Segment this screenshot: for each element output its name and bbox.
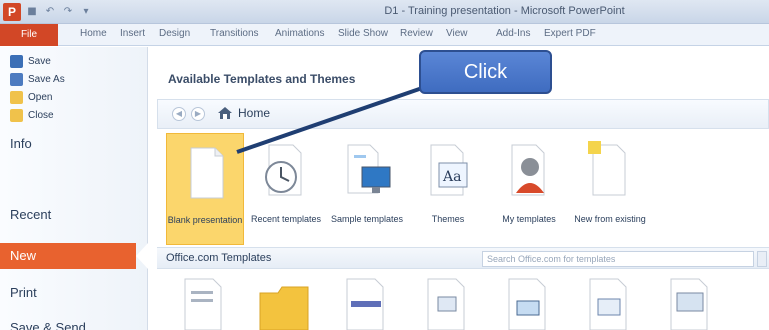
click-callout: Click (419, 50, 552, 94)
callout-arrow (236, 84, 429, 154)
